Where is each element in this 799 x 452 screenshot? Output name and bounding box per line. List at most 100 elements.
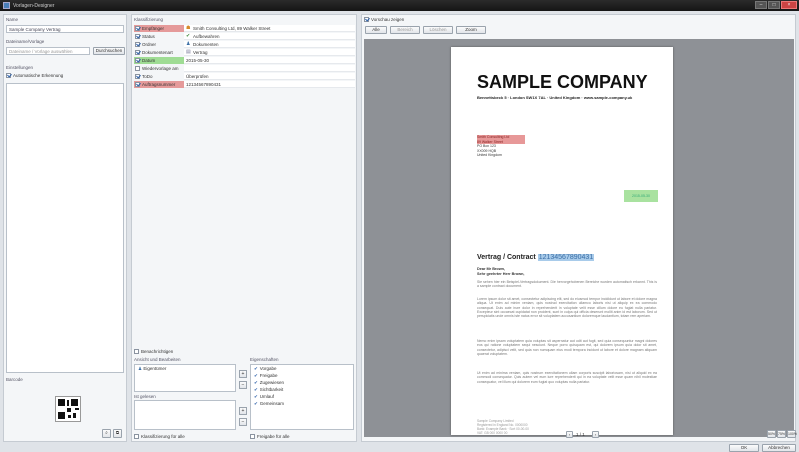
properties-list[interactable]: ✔ Vorgabe ✔ Freigabe ✔ Zugewiesen ✔ Sichtbarkei… bbox=[250, 364, 354, 430]
contract-number-highlight[interactable]: 12134567890431 bbox=[537, 254, 595, 261]
title-bar: Vorlagen-Designer – □ × bbox=[0, 0, 799, 11]
field-name-label: Ordner bbox=[142, 42, 157, 47]
read-list[interactable] bbox=[134, 400, 236, 430]
document-viewer[interactable]: SAMPLE COMPANY Bennettsbeck 5 · London S… bbox=[364, 39, 794, 437]
field-checkbox[interactable] bbox=[135, 26, 140, 31]
property-label: Gemeinsam bbox=[259, 401, 285, 406]
field-row[interactable]: Empfänger ☗ Smith Consulting Ltd, 89 Walke… bbox=[134, 25, 355, 32]
field-row[interactable]: Ordner ♟ Dokumenten bbox=[134, 41, 355, 48]
field-name-label: Empfänger bbox=[142, 26, 165, 31]
auto-detect-option[interactable]: Automatische Erkennung bbox=[6, 73, 63, 79]
zoom-100-button[interactable]: 100% bbox=[787, 430, 797, 438]
field-value[interactable]: 12134567890431 bbox=[184, 81, 355, 88]
next-page-button[interactable]: › bbox=[592, 431, 599, 438]
preview-checkbox[interactable] bbox=[364, 17, 369, 23]
field-name[interactable]: Ordner bbox=[134, 41, 184, 48]
notify-checkbox[interactable] bbox=[134, 349, 139, 355]
company-name: SAMPLE COMPANY bbox=[477, 72, 648, 92]
field-value[interactable]: Überprüfen bbox=[184, 73, 355, 80]
share-all-option[interactable]: Freigabe für alle bbox=[250, 434, 290, 440]
zoom-75-button[interactable]: 75% bbox=[777, 430, 786, 438]
close-button[interactable]: × bbox=[781, 1, 797, 9]
field-checkbox[interactable] bbox=[135, 42, 140, 47]
auto-detect-checkbox[interactable] bbox=[6, 73, 11, 79]
remove-owner-button[interactable]: − bbox=[239, 381, 247, 389]
add-owner-button[interactable]: + bbox=[239, 370, 247, 378]
check-icon: ✔ bbox=[254, 400, 258, 406]
field-value[interactable]: ✔ Aufbewahren bbox=[184, 33, 355, 40]
add-read-button[interactable]: + bbox=[239, 407, 247, 415]
field-value-text: Überprüfen bbox=[186, 73, 209, 79]
property-item[interactable]: ✔ Umlauf bbox=[251, 393, 353, 400]
field-row[interactable]: Wiedervorlage am bbox=[134, 65, 355, 72]
field-checkbox[interactable] bbox=[135, 50, 140, 55]
toolbar-delete-button[interactable]: Löschen bbox=[423, 26, 453, 34]
toolbar-zoom-button[interactable]: Zoom bbox=[456, 26, 486, 34]
browse-button[interactable]: Durchsuchen bbox=[93, 47, 125, 55]
field-value-text: Vertrag bbox=[193, 49, 208, 55]
field-name[interactable]: Dokumentenart bbox=[134, 49, 184, 56]
ok-button[interactable]: OK bbox=[729, 444, 759, 452]
toolbar-area-button[interactable]: Bereich bbox=[390, 26, 420, 34]
preview-option[interactable]: Vorschau zeigen bbox=[364, 17, 404, 23]
recipient-highlight[interactable]: Smith Consulting Ltd 89 Walker Street bbox=[477, 135, 525, 144]
classify-all-label: Klassifizierung für alle bbox=[141, 434, 185, 439]
barcode-image bbox=[55, 396, 81, 422]
maximize-button[interactable]: □ bbox=[768, 1, 780, 9]
field-value-text: Dokumenten bbox=[193, 41, 219, 47]
barcode-zoom-button[interactable]: ⌕ bbox=[102, 429, 111, 438]
body-paragraph-3: Ut enim ad minima veniam, quis nostrum e… bbox=[477, 371, 657, 384]
check-icon: ✔ bbox=[254, 379, 258, 385]
field-row[interactable]: Datum 2015-05-30 bbox=[134, 57, 355, 64]
company-address: Bennettsbeck 5 · London SW1X 7AL · Unite… bbox=[477, 95, 633, 100]
field-name[interactable]: ToDo bbox=[134, 73, 184, 80]
cancel-button[interactable]: Abbrechen bbox=[762, 444, 796, 452]
check-icon: ✔ bbox=[254, 372, 258, 378]
field-value[interactable]: ♟ Dokumenten bbox=[184, 41, 355, 48]
field-checkbox[interactable] bbox=[135, 58, 140, 63]
prev-page-button[interactable]: ‹ bbox=[566, 431, 573, 438]
barcode-label: Barcode bbox=[6, 377, 23, 382]
toolbar-all-button[interactable]: Alle bbox=[365, 26, 387, 34]
field-value[interactable]: 2015-05-30 bbox=[184, 57, 355, 64]
field-value[interactable] bbox=[184, 65, 355, 72]
field-value[interactable]: ▤ Vertrag bbox=[184, 49, 355, 56]
window-controls: – □ × bbox=[755, 1, 797, 9]
property-item[interactable]: ✔ Freigabe bbox=[251, 372, 353, 379]
intro-paragraph: Sie sehen hier ein Beispiel-Vertragsdoku… bbox=[477, 280, 657, 289]
field-checkbox[interactable] bbox=[135, 82, 140, 87]
property-item[interactable]: ✔ Gemeinsam bbox=[251, 400, 353, 407]
field-checkbox[interactable] bbox=[135, 66, 140, 71]
field-row[interactable]: Dokumentenart ▤ Vertrag bbox=[134, 49, 355, 56]
field-name[interactable]: Status bbox=[134, 33, 184, 40]
owner-list[interactable]: ♟ Eigentümer bbox=[134, 364, 236, 392]
field-checkbox[interactable] bbox=[135, 74, 140, 79]
field-name[interactable]: Auftragsnummer bbox=[134, 81, 184, 88]
document-page: SAMPLE COMPANY Bennettsbeck 5 · London S… bbox=[451, 47, 673, 435]
date-highlight[interactable]: 2015-05-30 bbox=[624, 190, 658, 202]
remove-read-button[interactable]: − bbox=[239, 418, 247, 426]
field-name[interactable]: Empfänger bbox=[134, 25, 184, 32]
field-checkbox[interactable] bbox=[135, 34, 140, 39]
field-value[interactable]: ☗ Smith Consulting Ltd, 89 Walker Street bbox=[184, 25, 355, 32]
field-row[interactable]: ToDo Überprüfen bbox=[134, 73, 355, 80]
options-list[interactable] bbox=[6, 83, 124, 373]
classify-all-checkbox[interactable] bbox=[134, 434, 139, 440]
field-name[interactable]: Wiedervorlage am bbox=[134, 65, 184, 72]
name-input[interactable]: Sample Company Vertrag bbox=[6, 25, 124, 33]
field-row[interactable]: Status ✔ Aufbewahren bbox=[134, 33, 355, 40]
share-all-checkbox[interactable] bbox=[250, 434, 255, 440]
property-label: Umlauf bbox=[259, 394, 275, 399]
property-item[interactable]: ✔ Vorgabe bbox=[251, 365, 353, 372]
file-input[interactable]: Dateiname / Vorlage auswählen bbox=[6, 47, 90, 55]
property-item[interactable]: ✔ Sichtbarkeit bbox=[251, 386, 353, 393]
field-row[interactable]: Auftragsnummer 12134567890431 bbox=[134, 81, 355, 88]
barcode-copy-button[interactable]: ⧉ bbox=[113, 429, 122, 438]
minimize-button[interactable]: – bbox=[755, 1, 767, 9]
property-item[interactable]: ✔ Zugewiesen bbox=[251, 379, 353, 386]
owner-item[interactable]: ♟ Eigentümer bbox=[135, 365, 235, 373]
field-name[interactable]: Datum bbox=[134, 57, 184, 64]
notify-option[interactable]: Benachrichtigen bbox=[134, 349, 173, 355]
classify-all-option[interactable]: Klassifizierung für alle bbox=[134, 434, 185, 440]
zoom-50-button[interactable]: 50% bbox=[767, 430, 776, 438]
